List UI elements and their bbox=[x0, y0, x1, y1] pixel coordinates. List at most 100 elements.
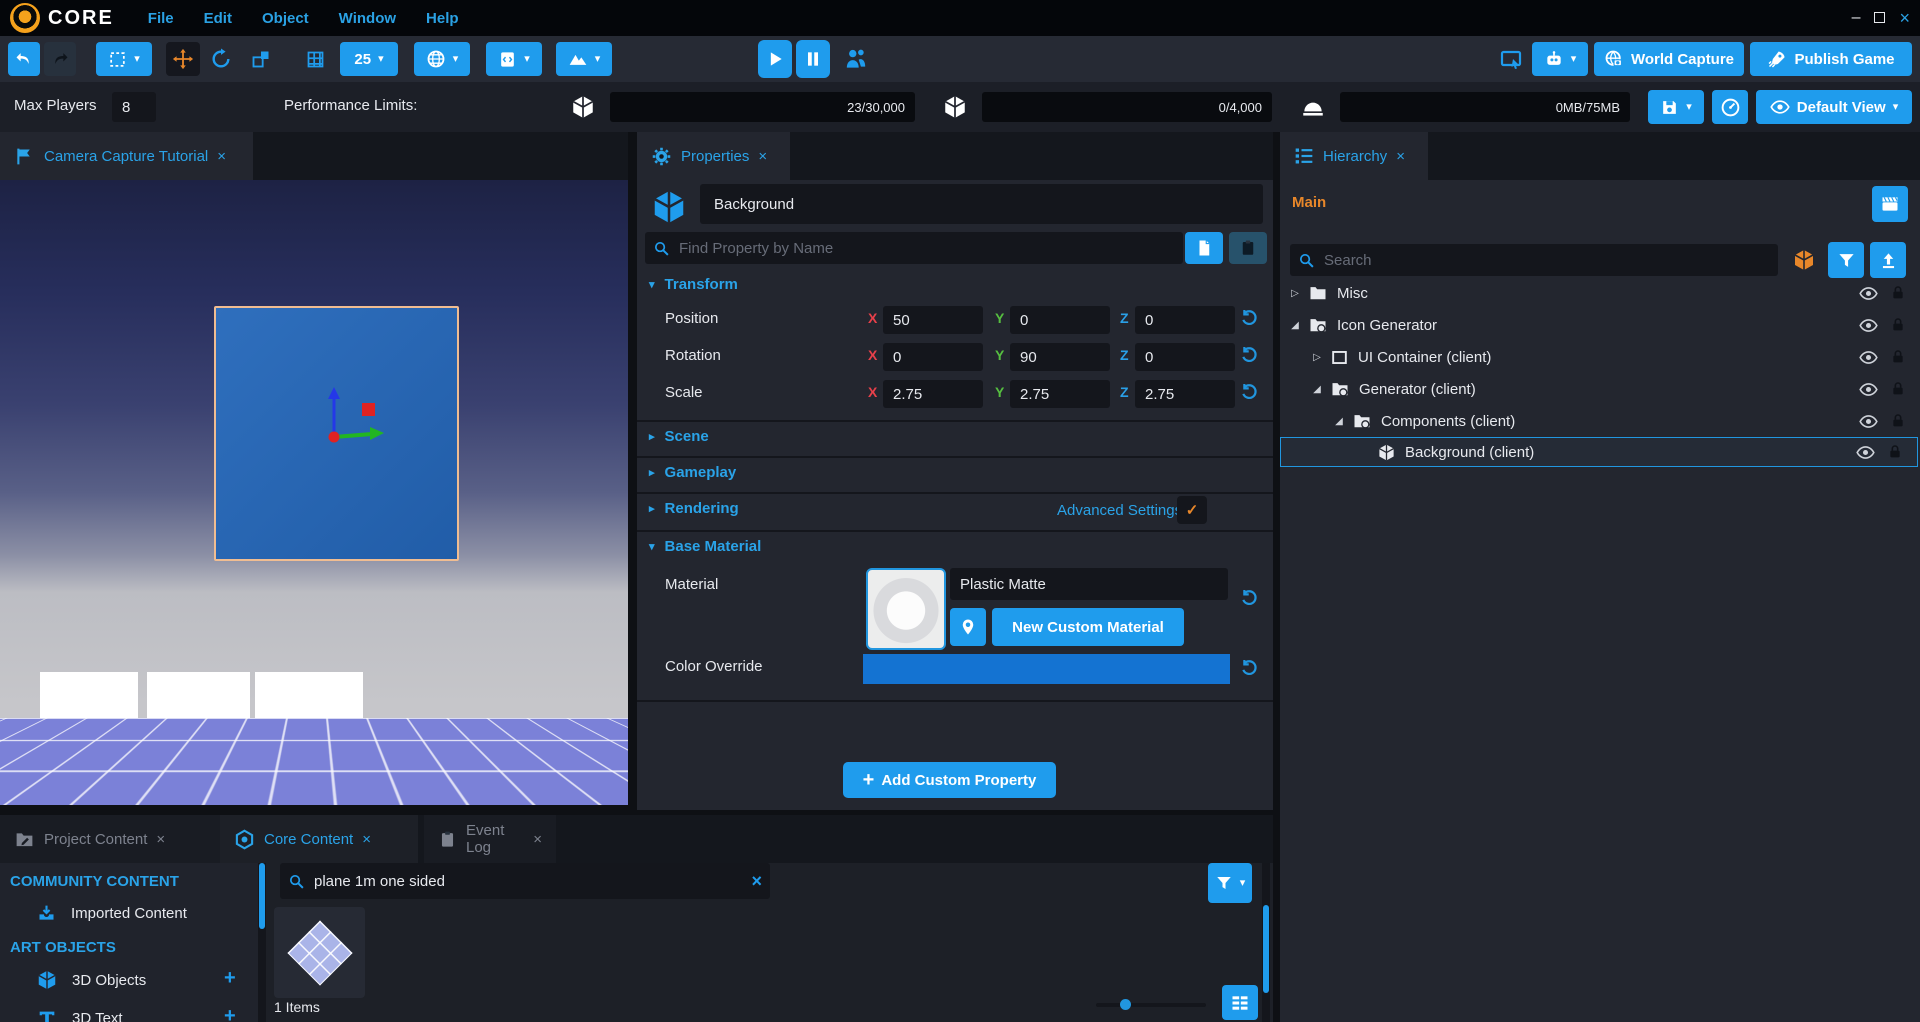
copy-properties-button[interactable] bbox=[1185, 232, 1223, 264]
clear-search-icon[interactable]: × bbox=[751, 871, 762, 892]
lock-icon[interactable] bbox=[1890, 413, 1906, 429]
publish-game-button[interactable]: Publish Game bbox=[1750, 42, 1912, 76]
new-custom-material-button[interactable]: New Custom Material bbox=[992, 608, 1184, 646]
position-y-input[interactable] bbox=[1010, 306, 1110, 334]
sidebar-item-3d-text[interactable]: 3D Text bbox=[36, 1007, 123, 1022]
view-mode-button[interactable] bbox=[1222, 985, 1258, 1020]
content-scrollbar[interactable] bbox=[1262, 863, 1270, 1022]
menu-window[interactable]: Window bbox=[339, 10, 396, 27]
thumbnail-size-slider[interactable] bbox=[1096, 1003, 1206, 1007]
color-override-reset-icon[interactable] bbox=[1240, 658, 1259, 677]
material-name-field[interactable] bbox=[950, 568, 1228, 600]
scale-x-input[interactable] bbox=[883, 380, 983, 408]
slider-handle[interactable] bbox=[1120, 999, 1131, 1010]
content-search-input[interactable] bbox=[312, 872, 744, 891]
collapse-icon[interactable]: ◢ bbox=[1332, 416, 1346, 427]
scale-z-input[interactable] bbox=[1135, 380, 1235, 408]
menu-edit[interactable]: Edit bbox=[204, 10, 232, 27]
multiplayer-preview-icon[interactable] bbox=[840, 44, 872, 74]
window-minimize-button[interactable]: – bbox=[1852, 9, 1861, 27]
content-search[interactable]: × bbox=[280, 863, 770, 899]
menu-help[interactable]: Help bbox=[426, 10, 459, 27]
tab-properties[interactable]: Properties × bbox=[637, 132, 790, 180]
material-reset-icon[interactable] bbox=[1240, 588, 1259, 607]
lock-icon[interactable] bbox=[1890, 317, 1906, 333]
world-settings-dropdown[interactable]: ▾ bbox=[414, 42, 470, 76]
terrain-dropdown[interactable]: ▾ bbox=[556, 42, 612, 76]
close-icon[interactable]: × bbox=[758, 148, 767, 165]
scale-y-input[interactable] bbox=[1010, 380, 1110, 408]
sidebar-item-imported-content[interactable]: Imported Content bbox=[36, 903, 187, 924]
content-filter-dropdown[interactable]: ▾ bbox=[1208, 863, 1252, 903]
tab-event-log[interactable]: Event Log × bbox=[424, 815, 556, 863]
hierarchy-filter-button[interactable] bbox=[1828, 242, 1864, 278]
close-icon[interactable]: × bbox=[217, 148, 226, 165]
visibility-eye-icon[interactable] bbox=[1859, 316, 1878, 335]
lock-icon[interactable] bbox=[1890, 381, 1906, 397]
visibility-eye-icon[interactable] bbox=[1859, 380, 1878, 399]
section-base-material[interactable]: ▾Base Material bbox=[649, 538, 761, 555]
tab-hierarchy[interactable]: Hierarchy × bbox=[1280, 132, 1428, 180]
position-z-input[interactable] bbox=[1135, 306, 1235, 334]
visibility-eye-icon[interactable] bbox=[1859, 412, 1878, 431]
tab-project-content[interactable]: Project Content × bbox=[0, 815, 220, 863]
hierarchy-collapse-button[interactable] bbox=[1870, 242, 1906, 278]
tree-item-ui-container[interactable]: ▷ UI Container (client) bbox=[1280, 341, 1920, 373]
scale-tool-button[interactable] bbox=[244, 42, 278, 76]
lock-icon[interactable] bbox=[1890, 285, 1906, 301]
performance-gauge-button[interactable] bbox=[1712, 90, 1748, 124]
menu-file[interactable]: File bbox=[148, 10, 174, 27]
rotation-z-input[interactable] bbox=[1135, 343, 1235, 371]
assistant-dropdown[interactable]: ▾ bbox=[1532, 42, 1588, 76]
tree-item-icon-generator[interactable]: ◢ Icon Generator bbox=[1280, 309, 1920, 341]
play-button[interactable] bbox=[758, 40, 792, 78]
close-icon[interactable]: × bbox=[362, 831, 371, 848]
viewport-3d[interactable] bbox=[0, 180, 628, 805]
tab-camera-capture-tutorial[interactable]: Camera Capture Tutorial × bbox=[0, 132, 253, 180]
close-icon[interactable]: × bbox=[1396, 148, 1405, 165]
expand-icon[interactable]: ▷ bbox=[1288, 288, 1302, 299]
position-reset-icon[interactable] bbox=[1240, 308, 1259, 327]
color-override-swatch[interactable] bbox=[863, 654, 1230, 684]
snap-size-dropdown[interactable]: 25▾ bbox=[340, 42, 398, 76]
collapse-icon[interactable]: ◢ bbox=[1288, 320, 1302, 331]
undo-button[interactable] bbox=[8, 42, 40, 76]
expand-icon[interactable]: ▷ bbox=[1310, 352, 1324, 363]
screen-share-icon[interactable] bbox=[1496, 44, 1526, 74]
scale-reset-icon[interactable] bbox=[1240, 382, 1259, 401]
networked-objects-button[interactable] bbox=[1786, 242, 1822, 278]
advanced-settings-checkbox[interactable]: ✓ bbox=[1177, 496, 1207, 524]
rotation-y-input[interactable] bbox=[1010, 343, 1110, 371]
visibility-eye-icon[interactable] bbox=[1859, 348, 1878, 367]
lock-icon[interactable] bbox=[1890, 349, 1906, 365]
section-gameplay[interactable]: ▸Gameplay bbox=[649, 464, 736, 481]
material-picker-button[interactable] bbox=[950, 608, 986, 646]
object-name-field[interactable] bbox=[700, 184, 1263, 224]
window-close-button[interactable]: × bbox=[1899, 8, 1910, 29]
art-objects-header[interactable]: ART OBJECTS bbox=[10, 939, 116, 956]
collapse-icon[interactable]: ◢ bbox=[1310, 384, 1324, 395]
rotation-reset-icon[interactable] bbox=[1240, 345, 1259, 364]
hierarchy-search[interactable] bbox=[1290, 244, 1778, 276]
add-custom-property-button[interactable]: + Add Custom Property bbox=[843, 762, 1056, 798]
asset-tile-plane[interactable] bbox=[274, 907, 365, 998]
find-property-search[interactable] bbox=[645, 232, 1183, 264]
max-players-input[interactable] bbox=[112, 92, 156, 122]
close-icon[interactable]: × bbox=[533, 831, 542, 848]
tree-item-components[interactable]: ◢ Components (client) bbox=[1280, 405, 1920, 437]
cinematic-capture-button[interactable] bbox=[1872, 186, 1908, 222]
find-property-input[interactable] bbox=[677, 239, 1175, 258]
tree-item-generator[interactable]: ◢ Generator (client) bbox=[1280, 373, 1920, 405]
save-view-dropdown[interactable]: ▾ bbox=[1648, 90, 1704, 124]
rotation-x-input[interactable] bbox=[883, 343, 983, 371]
redo-button[interactable] bbox=[44, 42, 76, 76]
community-content-header[interactable]: COMMUNITY CONTENT bbox=[10, 873, 179, 890]
default-view-dropdown[interactable]: Default View▾ bbox=[1756, 90, 1912, 124]
paste-properties-button[interactable] bbox=[1229, 232, 1267, 264]
tree-item-misc[interactable]: ▷ Misc bbox=[1280, 277, 1920, 309]
hierarchy-search-input[interactable] bbox=[1322, 251, 1770, 270]
section-transform[interactable]: ▾Transform bbox=[649, 276, 738, 293]
pause-button[interactable] bbox=[796, 40, 830, 78]
window-maximize-button[interactable] bbox=[1874, 10, 1885, 27]
add-3d-objects-button[interactable]: + bbox=[224, 967, 236, 990]
